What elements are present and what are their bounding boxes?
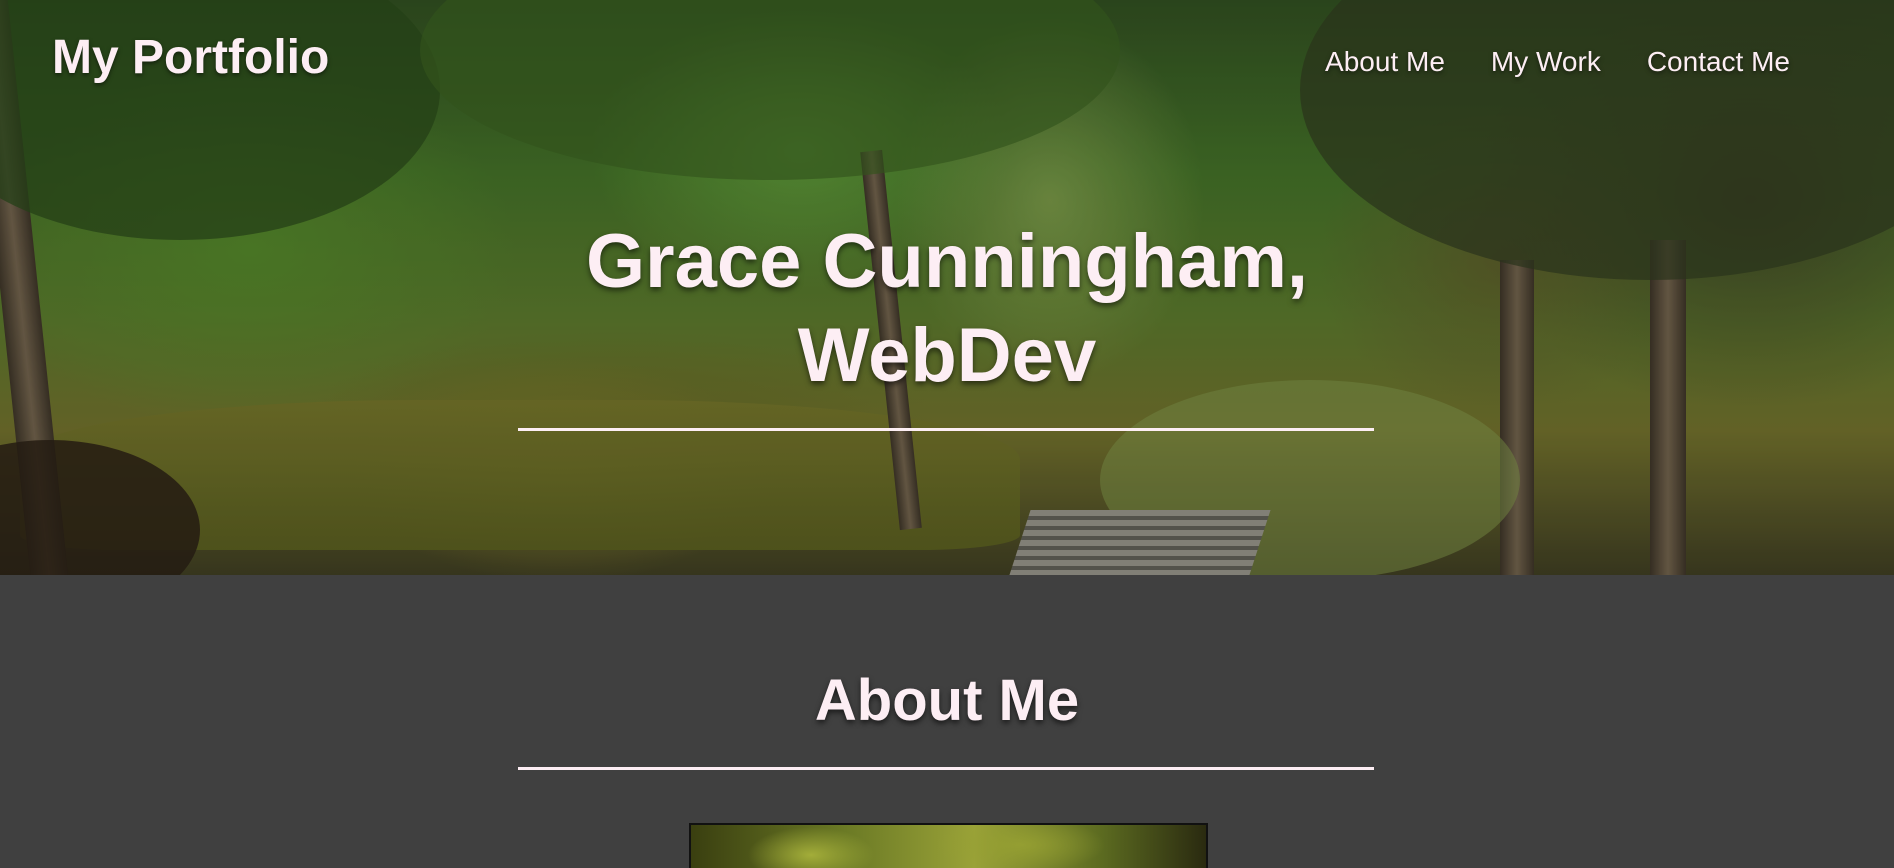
hero-divider: [518, 428, 1374, 431]
hero-title: Grace Cunningham, WebDev: [0, 215, 1894, 403]
about-section: About Me: [0, 575, 1894, 868]
site-brand[interactable]: My Portfolio: [52, 30, 329, 85]
nav-contact-me-link[interactable]: Contact Me: [1647, 46, 1790, 78]
about-photo: [689, 823, 1208, 868]
main-nav: About Me My Work Contact Me: [1325, 46, 1790, 78]
hero-title-line2: WebDev: [797, 313, 1097, 398]
nav-my-work-link[interactable]: My Work: [1491, 46, 1601, 78]
portfolio-page: My Portfolio About Me My Work Contact Me…: [0, 0, 1894, 868]
about-divider: [518, 767, 1374, 770]
hero-title-line1: Grace Cunningham,: [585, 219, 1309, 304]
hero-section: My Portfolio About Me My Work Contact Me…: [0, 0, 1894, 575]
about-heading: About Me: [814, 668, 1080, 733]
nav-about-me-link[interactable]: About Me: [1325, 46, 1445, 78]
